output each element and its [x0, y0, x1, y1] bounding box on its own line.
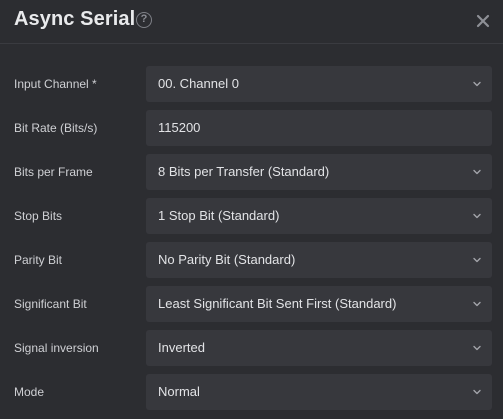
stop-bits-label: Stop Bits — [14, 209, 63, 223]
row-bit-rate: Bit Rate (Bits/s) 115200 — [0, 110, 503, 146]
async-serial-dialog: Async Serial ? Input Channel * 00. Chann… — [0, 0, 503, 419]
chevron-down-icon — [473, 81, 481, 87]
input-channel-value: 00. Channel 0 — [158, 76, 239, 91]
signal-inversion-value: Inverted — [158, 340, 205, 355]
bits-per-frame-label: Bits per Frame — [14, 165, 93, 179]
row-mode: Mode Normal — [0, 374, 503, 410]
parity-bit-select[interactable]: No Parity Bit (Standard) — [146, 242, 492, 278]
bit-rate-label: Bit Rate (Bits/s) — [14, 121, 98, 135]
bits-per-frame-value: 8 Bits per Transfer (Standard) — [158, 164, 330, 179]
bit-rate-value: 115200 — [158, 120, 201, 135]
bit-rate-input[interactable]: 115200 — [146, 110, 492, 146]
stop-bits-value: 1 Stop Bit (Standard) — [158, 208, 280, 223]
mode-select[interactable]: Normal — [146, 374, 492, 410]
significant-bit-value: Least Significant Bit Sent First (Standa… — [158, 296, 397, 311]
parity-bit-label: Parity Bit — [14, 253, 63, 267]
mode-value: Normal — [158, 384, 200, 399]
chevron-down-icon — [473, 389, 481, 395]
chevron-down-icon — [473, 169, 481, 175]
chevron-down-icon — [473, 213, 481, 219]
row-signal-inversion: Signal inversion Inverted — [0, 330, 503, 366]
dialog-title: Async Serial — [14, 8, 136, 30]
chevron-down-icon — [473, 257, 481, 263]
row-bits-per-frame: Bits per Frame 8 Bits per Transfer (Stan… — [0, 154, 503, 190]
row-input-channel: Input Channel * 00. Channel 0 — [0, 66, 503, 102]
signal-inversion-select[interactable]: Inverted — [146, 330, 492, 366]
input-channel-select[interactable]: 00. Channel 0 — [146, 66, 492, 102]
question-circle-icon[interactable]: ? — [136, 12, 152, 28]
input-channel-label: Input Channel * — [14, 77, 97, 91]
stop-bits-select[interactable]: 1 Stop Bit (Standard) — [146, 198, 492, 234]
significant-bit-label: Significant Bit — [14, 297, 87, 311]
chevron-down-icon — [473, 345, 481, 351]
parity-bit-value: No Parity Bit (Standard) — [158, 252, 296, 267]
chevron-down-icon — [473, 301, 481, 307]
row-stop-bits: Stop Bits 1 Stop Bit (Standard) — [0, 198, 503, 234]
significant-bit-select[interactable]: Least Significant Bit Sent First (Standa… — [146, 286, 492, 322]
row-parity-bit: Parity Bit No Parity Bit (Standard) — [0, 242, 503, 278]
dialog-header: Async Serial ? — [0, 0, 503, 44]
close-icon[interactable] — [474, 12, 492, 30]
mode-label: Mode — [14, 385, 45, 399]
row-significant-bit: Significant Bit Least Significant Bit Se… — [0, 286, 503, 322]
bits-per-frame-select[interactable]: 8 Bits per Transfer (Standard) — [146, 154, 492, 190]
signal-inversion-label: Signal inversion — [14, 341, 99, 355]
